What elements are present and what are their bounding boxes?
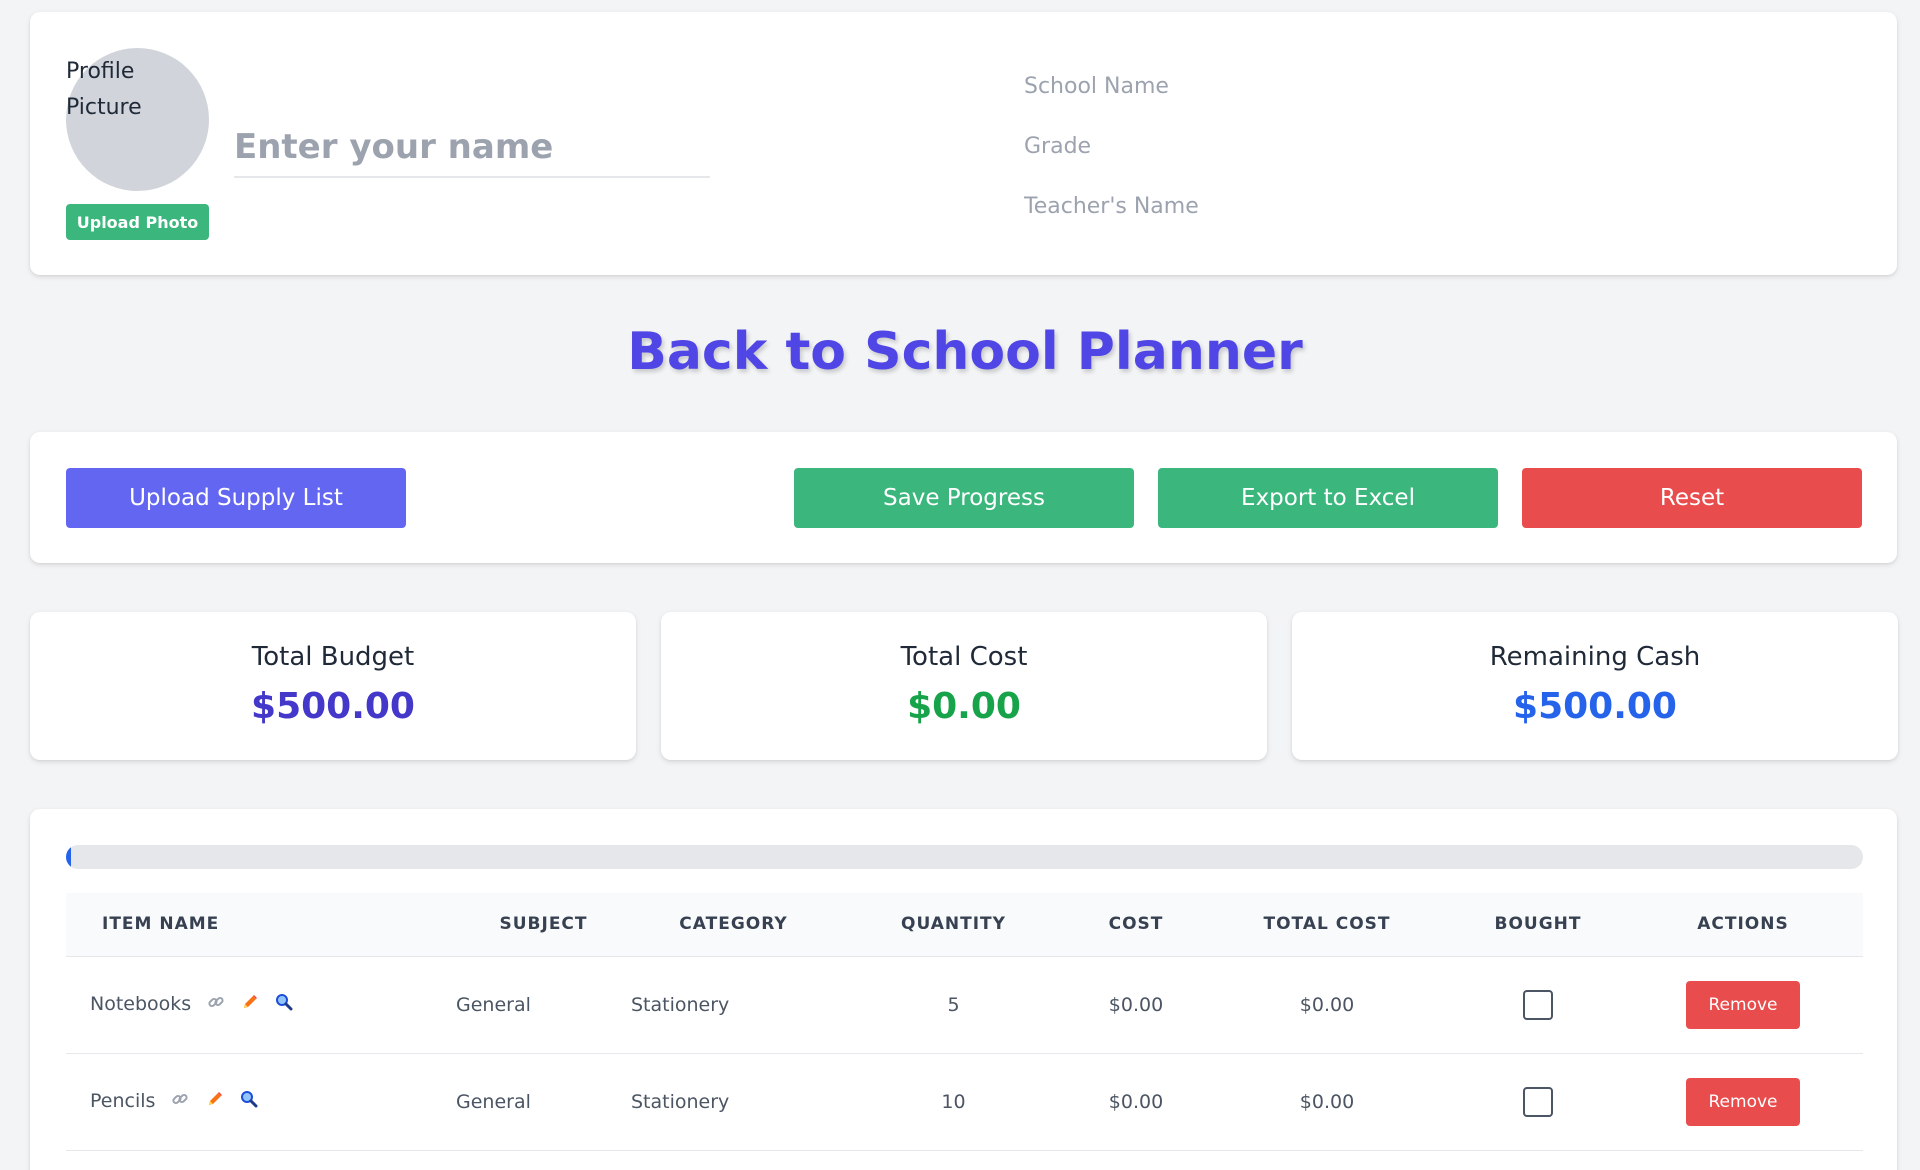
link-icon[interactable] <box>171 1090 189 1113</box>
budget-progress-bar <box>66 845 1863 869</box>
table-row: Pencils General Stationery 10 $0.00 $0.0… <box>66 1053 1863 1151</box>
header-item-name: Item Name <box>66 893 456 957</box>
save-progress-button[interactable]: Save Progress <box>794 468 1134 528</box>
header-bought: Bought <box>1453 893 1623 957</box>
header-category: Category <box>631 893 836 957</box>
upload-photo-button[interactable]: Upload Photo <box>66 204 209 240</box>
header-cost: Cost <box>1071 893 1201 957</box>
bought-checkbox[interactable] <box>1523 989 1553 1020</box>
header-total-cost: Total Cost <box>1201 893 1453 957</box>
upload-supply-list-button[interactable]: Upload Supply List <box>66 468 406 528</box>
table-header-row: Item Name Subject Category Quantity Cost… <box>66 893 1863 957</box>
total-budget-card: Total Budget $500.00 <box>30 612 636 760</box>
teacher-name-field[interactable] <box>1024 186 1524 226</box>
remove-button[interactable]: Remove <box>1686 980 1800 1029</box>
pencil-icon[interactable] <box>241 993 259 1016</box>
remove-button[interactable]: Remove <box>1686 1077 1800 1126</box>
avatar-alt-text: Profile Picture <box>66 59 142 120</box>
actions-cell: Remove <box>1623 956 1863 1054</box>
magnifier-icon[interactable] <box>240 1090 258 1113</box>
bought-cell <box>1453 956 1623 1054</box>
cost-cell: $0.00 <box>1071 956 1201 1054</box>
total-cost-cell: $0.00 <box>1201 1053 1453 1151</box>
bought-cell <box>1453 1053 1623 1151</box>
header-quantity: Quantity <box>836 893 1071 957</box>
header-actions: Actions <box>1623 893 1863 957</box>
total-cost-card: Total Cost $0.00 <box>661 612 1267 760</box>
budget-progress-fill <box>66 845 71 869</box>
supplies-card: Item Name Subject Category Quantity Cost… <box>30 809 1897 1170</box>
total-cost-value: $0.00 <box>907 686 1021 727</box>
item-name: Notebooks <box>90 993 192 1015</box>
remaining-cash-label: Remaining Cash <box>1489 642 1701 672</box>
export-excel-button[interactable]: Export to Excel <box>1158 468 1498 528</box>
total-budget-label: Total Budget <box>251 642 415 672</box>
school-name-field[interactable] <box>1024 66 1524 106</box>
header-subject: Subject <box>456 893 631 957</box>
reset-button[interactable]: Reset <box>1522 468 1862 528</box>
bought-checkbox[interactable] <box>1523 1086 1553 1117</box>
grade-field[interactable] <box>1024 126 1524 166</box>
item-name: Pencils <box>90 1090 156 1112</box>
actions-cell: Remove <box>1623 1053 1863 1151</box>
item-name-cell: Notebooks <box>66 956 456 1054</box>
remaining-cash-value: $500.00 <box>1513 686 1677 727</box>
action-bar: Upload Supply List Save Progress Export … <box>30 432 1897 563</box>
name-input[interactable] <box>234 118 710 178</box>
total-budget-value: $500.00 <box>251 686 415 727</box>
magnifier-icon[interactable] <box>275 993 293 1016</box>
remaining-cash-card: Remaining Cash $500.00 <box>1292 612 1898 760</box>
category-cell: Stationery <box>631 1053 836 1151</box>
cost-cell: $0.00 <box>1071 1053 1201 1151</box>
page-title: Back to School Planner <box>627 322 1303 382</box>
total-cost-label: Total Cost <box>900 642 1028 672</box>
subject-cell: General <box>456 956 631 1054</box>
profile-avatar[interactable]: Profile Picture <box>66 48 209 191</box>
link-icon[interactable] <box>207 993 225 1016</box>
total-cost-cell: $0.00 <box>1201 956 1453 1054</box>
category-cell: Stationery <box>631 956 836 1054</box>
quantity-cell: 5 <box>836 956 1071 1054</box>
quantity-cell: 10 <box>836 1053 1071 1151</box>
profile-card: Profile Picture Upload Photo <box>30 12 1897 275</box>
supplies-table: Item Name Subject Category Quantity Cost… <box>66 893 1863 1151</box>
table-row: Notebooks General Stationery 5 $0.00 $0.… <box>66 956 1863 1054</box>
pencil-icon[interactable] <box>206 1090 224 1113</box>
item-name-cell: Pencils <box>66 1053 456 1151</box>
subject-cell: General <box>456 1053 631 1151</box>
